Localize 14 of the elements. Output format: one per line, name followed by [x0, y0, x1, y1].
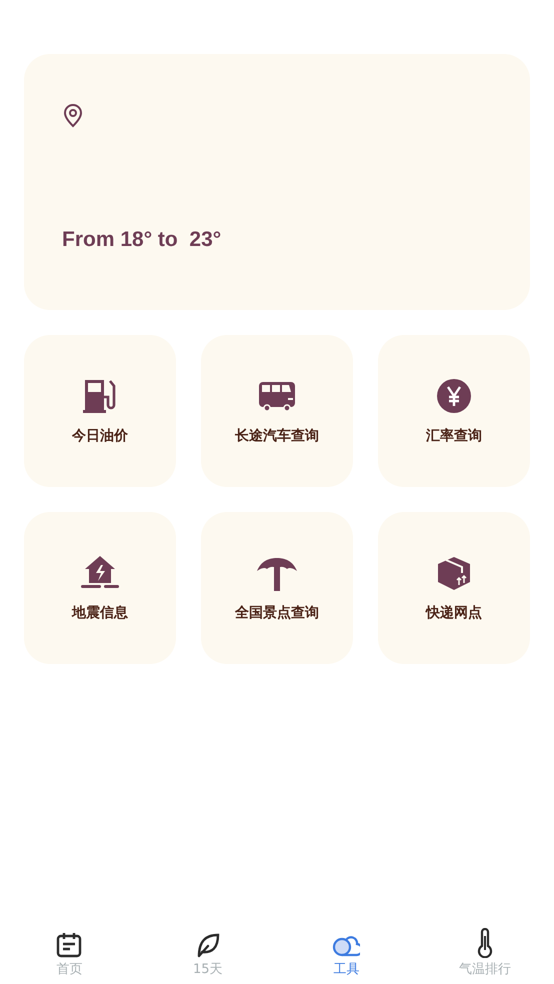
tool-tile[interactable]: 今日油价	[24, 335, 176, 487]
tool-tile[interactable]: 快递网点	[378, 512, 530, 664]
tool-tile[interactable]: 全国景点查询	[201, 512, 353, 664]
bus-icon	[258, 380, 296, 412]
nav-tab[interactable]: 工具	[277, 922, 416, 978]
tool-tile[interactable]: 地震信息	[24, 512, 176, 664]
calendar-icon	[56, 932, 82, 958]
location-pin-icon	[62, 104, 84, 128]
tool-tile[interactable]: 汇率查询	[378, 335, 530, 487]
yuan-coin-icon	[436, 378, 472, 414]
cracked-house-icon	[80, 555, 120, 591]
tool-tile[interactable]: 长途汽车查询	[201, 335, 353, 487]
temperature-range: From 18° to 23°	[62, 228, 222, 252]
package-box-icon	[435, 555, 473, 591]
